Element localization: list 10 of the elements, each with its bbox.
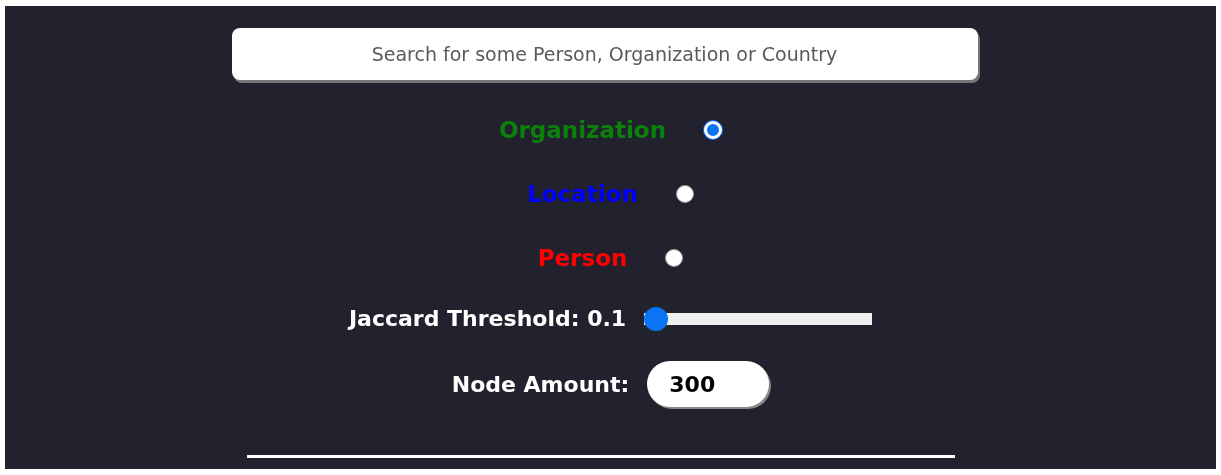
threshold-label: Jaccard Threshold: 0.1 bbox=[348, 306, 627, 331]
node-amount-label: Node Amount: bbox=[451, 371, 630, 397]
radio-button[interactable] bbox=[665, 249, 684, 267]
node-amount-field[interactable]: 300 bbox=[647, 361, 770, 407]
slider-thumb[interactable] bbox=[644, 306, 669, 331]
entity-type-label: Person bbox=[537, 245, 628, 271]
search-field[interactable]: Search for some Person, Organization or Country bbox=[231, 28, 978, 80]
entity-type-label: Location bbox=[527, 181, 638, 207]
entity-type-label: Organization bbox=[498, 117, 667, 143]
radio-button[interactable] bbox=[675, 185, 694, 203]
